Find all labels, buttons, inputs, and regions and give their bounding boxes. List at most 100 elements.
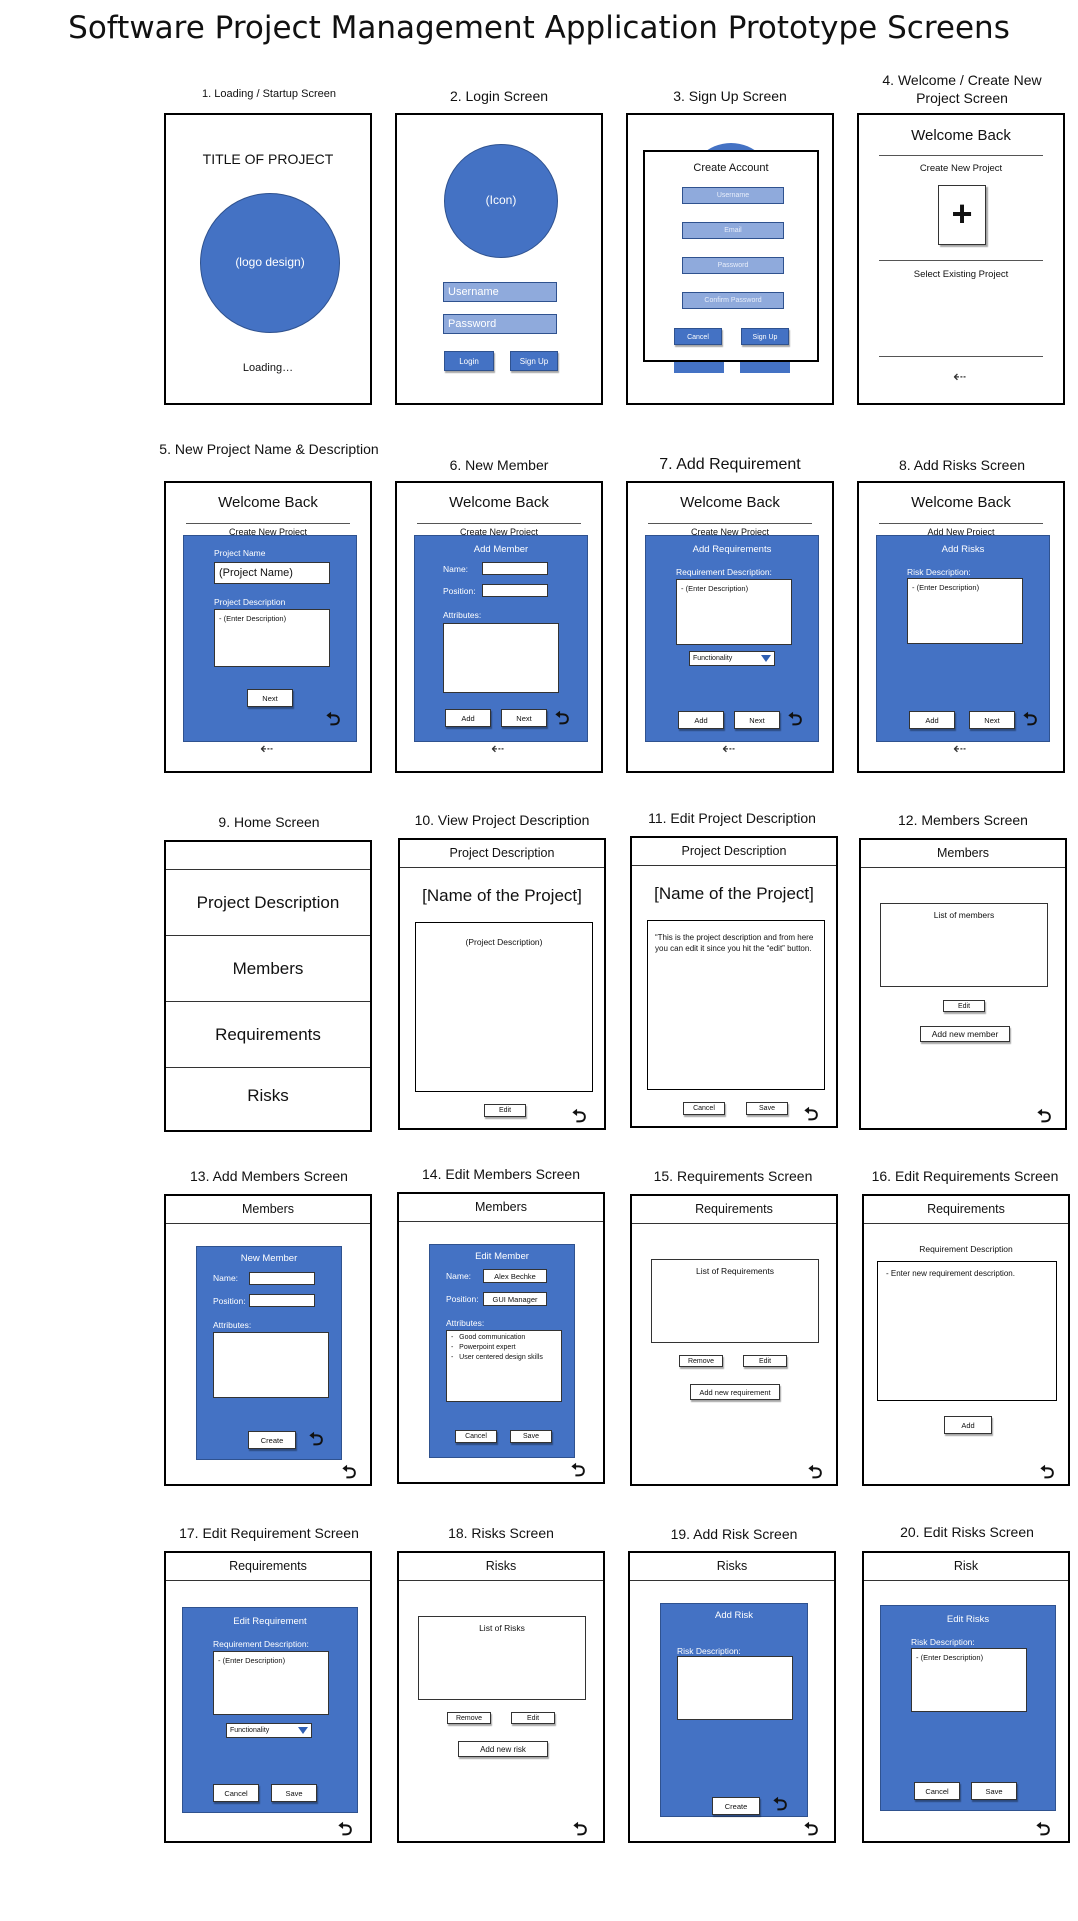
risk-desc-input[interactable]: - (Enter Description) [911, 1648, 1027, 1712]
chevron-down-icon [298, 1727, 308, 1734]
project-desc-input[interactable]: - (Enter Description) [214, 609, 330, 667]
attributes-input[interactable] [443, 623, 559, 693]
add-button[interactable]: Add [944, 1416, 992, 1434]
back-icon[interactable]: ⮌ [555, 710, 569, 728]
home-row-requirements[interactable]: Requirements [166, 1001, 370, 1068]
home-row-members[interactable]: Members [166, 935, 370, 1002]
screen-signup: Create Account Username Email Password C… [626, 113, 834, 405]
add-member-button[interactable]: Add new member [920, 1026, 1010, 1042]
name-input[interactable] [482, 562, 548, 575]
add-requirement-button[interactable]: Add new requirement [690, 1384, 780, 1400]
add-button[interactable]: Add [678, 711, 724, 729]
save-button[interactable]: Save [971, 1782, 1017, 1800]
back-icon[interactable]: ⮌ [326, 711, 340, 729]
password-field[interactable]: Password [682, 257, 784, 274]
category-dropdown[interactable]: Functionality [226, 1723, 312, 1738]
name-input[interactable] [249, 1272, 315, 1285]
cancel-button[interactable]: Cancel [683, 1102, 725, 1115]
confirm-password-field[interactable]: Confirm Password [682, 292, 784, 309]
remove-button[interactable]: Remove [447, 1712, 491, 1724]
save-button[interactable]: Save [271, 1784, 317, 1802]
back-icon[interactable]: ⮌ [309, 1431, 323, 1449]
risk-desc-input[interactable]: - (Enter Description) [907, 578, 1023, 644]
save-button[interactable]: Save [746, 1102, 788, 1115]
next-button[interactable]: Next [969, 711, 1015, 729]
back-icon[interactable]: ⮌ [1040, 1464, 1054, 1482]
cancel-button[interactable]: Cancel [213, 1784, 259, 1802]
dropdown-value: Functionality [230, 1727, 270, 1734]
create-button[interactable]: Create [712, 1797, 760, 1815]
position-input[interactable] [482, 584, 548, 597]
name-input[interactable]: Alex Bechke [483, 1269, 547, 1283]
back-icon[interactable]: ⮌ [1023, 711, 1037, 729]
panel-title: Edit Member [475, 1251, 529, 1262]
edit-button[interactable]: Edit [484, 1104, 526, 1117]
remove-button[interactable]: Remove [679, 1355, 723, 1367]
password-input[interactable]: Password [443, 314, 557, 334]
add-button[interactable]: Add [445, 709, 491, 727]
home-row-risks[interactable]: Risks [166, 1067, 370, 1130]
edit-button[interactable]: Edit [511, 1712, 555, 1724]
exit-icon[interactable]: ⇠ [953, 741, 966, 757]
back-icon[interactable]: ⮌ [571, 1462, 585, 1480]
category-dropdown[interactable]: Functionality [689, 651, 775, 666]
requirements-list[interactable]: List of Requirements [651, 1259, 819, 1343]
create-button[interactable]: Create [248, 1431, 296, 1449]
back-icon[interactable]: ⮌ [338, 1821, 352, 1839]
caption-14: 14. Edit Members Screen [422, 1166, 580, 1182]
caption-8: 8. Add Risks Screen [898, 457, 1026, 473]
caption-19: 19. Add Risk Screen [670, 1526, 798, 1542]
exit-icon[interactable]: ⇠ [260, 741, 273, 757]
exit-icon[interactable]: ⇠ [722, 741, 735, 757]
position-input[interactable] [249, 1294, 315, 1307]
save-button[interactable]: Save [510, 1430, 552, 1443]
risk-desc-input[interactable] [677, 1656, 793, 1720]
edit-button[interactable]: Edit [943, 1000, 985, 1012]
requirement-desc-input[interactable]: - Enter new requirement description. [877, 1261, 1057, 1401]
project-description-editor[interactable]: “This is the project description and fro… [647, 920, 825, 1090]
back-icon[interactable]: ⮌ [1037, 1108, 1051, 1126]
requirement-desc-input[interactable]: - (Enter Description) [213, 1651, 329, 1715]
cancel-button[interactable]: Cancel [455, 1430, 497, 1443]
attributes-label: Attributes: [213, 1320, 252, 1330]
position-input[interactable]: GUI Manager [483, 1292, 547, 1306]
exit-icon[interactable]: ⇠ [491, 741, 504, 757]
username-field[interactable]: Username [682, 187, 784, 204]
back-icon[interactable]: ⮌ [804, 1106, 818, 1124]
cancel-button[interactable]: Cancel [914, 1782, 960, 1800]
member-list[interactable]: List of members [880, 903, 1048, 987]
back-icon[interactable]: ⮌ [804, 1821, 818, 1839]
back-icon[interactable]: ⮌ [1036, 1821, 1050, 1839]
signup-button[interactable]: Sign Up [510, 351, 558, 371]
requirement-desc-input[interactable]: - (Enter Description) [676, 579, 792, 645]
next-button[interactable]: Next [501, 709, 547, 727]
username-input[interactable]: Username [443, 282, 557, 302]
attributes-input[interactable]: - Good communication - Powerpoint expert… [446, 1330, 562, 1402]
name-label: Name: [446, 1271, 472, 1281]
attributes-input[interactable] [213, 1332, 329, 1398]
back-icon[interactable]: ⮌ [808, 1464, 822, 1482]
next-button[interactable]: Next [734, 711, 780, 729]
back-icon[interactable]: ⮌ [788, 711, 802, 729]
add-button[interactable]: Add [909, 711, 955, 729]
add-risk-button[interactable]: Add new risk [458, 1741, 548, 1757]
login-button[interactable]: Login [444, 351, 494, 371]
risk-list[interactable]: List of Risks [418, 1616, 586, 1700]
cancel-button[interactable]: Cancel [674, 328, 722, 345]
back-icon[interactable]: ⮌ [572, 1108, 586, 1126]
project-name-input[interactable]: (Project Name) [214, 562, 330, 584]
home-row-project-description[interactable]: Project Description [166, 869, 370, 936]
attribute-item: - User centered design skills [451, 1354, 543, 1361]
exit-icon[interactable]: ⇠ [953, 369, 966, 385]
next-button[interactable]: Next [247, 689, 293, 707]
back-icon[interactable]: ⮌ [342, 1464, 356, 1482]
email-field[interactable]: Email [682, 222, 784, 239]
edit-button[interactable]: Edit [743, 1355, 787, 1367]
select-project-label[interactable]: Select Existing Project [859, 269, 1063, 280]
header-title: Risks [399, 1553, 603, 1581]
caption-20: 20. Edit Risks Screen [900, 1524, 1034, 1540]
back-icon[interactable]: ⮌ [773, 1796, 787, 1814]
signup-button[interactable]: Sign Up [741, 328, 789, 345]
create-project-button[interactable]: + [938, 185, 986, 245]
back-icon[interactable]: ⮌ [573, 1821, 587, 1839]
